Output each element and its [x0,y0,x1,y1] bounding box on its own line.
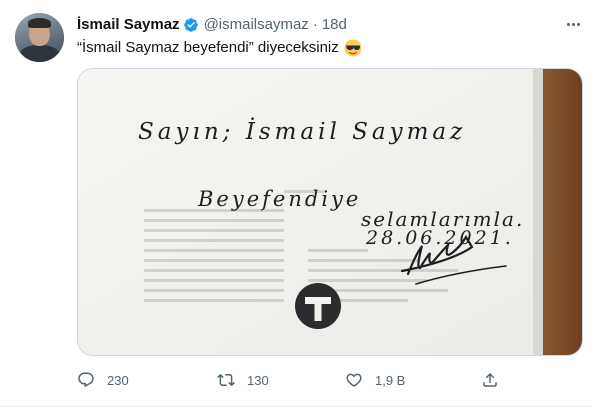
tweet-text: “İsmail Saymaz beyefendi” diyeceksiniz [77,38,362,58]
author-handle[interactable]: @ismailsaymaz [204,15,309,35]
avatar[interactable] [15,13,64,62]
tweet-photo[interactable]: Sayın; İsmail Saymaz Beyefendiye selamla… [77,68,583,356]
share-icon [483,372,497,387]
retweet-count: 130 [247,372,269,388]
reply-button[interactable]: 230 [77,369,129,391]
retweet-icon [217,373,235,387]
more-dots-icon [566,22,570,26]
like-button[interactable]: 1,9 B [345,369,405,391]
reply-count: 230 [107,372,129,388]
tweet-actions: 230 130 1,9 B [77,369,517,391]
more-options-button[interactable] [562,13,584,35]
verified-badge-icon [183,17,199,33]
tweet-card[interactable]: İsmail Saymaz @ismailsaymaz · 18d “İsmai… [0,0,593,407]
heart-icon [346,373,362,387]
header-separator: · [312,16,318,33]
retweet-button[interactable]: 130 [217,369,269,391]
handwriting-line-2: Beyefendiye [198,187,362,211]
reply-icon [78,372,94,388]
author-name[interactable]: İsmail Saymaz [77,15,180,35]
share-button[interactable] [481,369,499,391]
sunglasses-emoji-icon [344,39,362,57]
like-count: 1,9 B [375,372,406,388]
tweet-text-content: “İsmail Saymaz beyefendi” diyeceksiniz [77,39,339,56]
tweet-header: İsmail Saymaz @ismailsaymaz · 18d [77,15,347,35]
handwriting-line-4: 28.06.2021. [366,227,514,249]
tweet-timestamp[interactable]: 18d [322,15,347,35]
handwriting-line-1: Sayın; İsmail Saymaz [138,119,467,145]
